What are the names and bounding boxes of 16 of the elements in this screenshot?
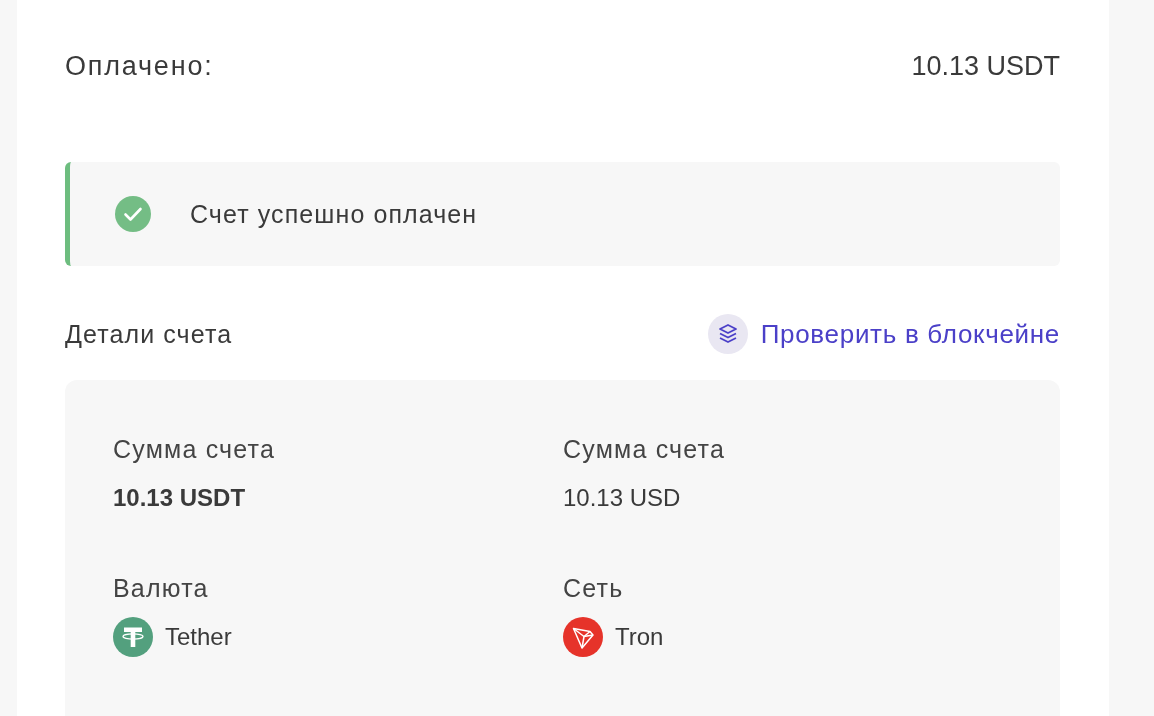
field-value: 10.13 USD [563,484,681,512]
field-value: Tether [165,623,232,651]
t-letter-coin-icon [113,617,153,657]
field-label: Сумма счета [113,434,276,464]
details-title: Детали счета [65,319,233,349]
layers-icon[interactable] [707,314,748,354]
paid-amount: 10.13 USDT [911,50,1060,83]
paid-label: Оплачено: [65,50,214,83]
blockchain-link[interactable]: Проверить в блокчейне [707,314,1060,354]
triangle-coin-icon [563,617,603,657]
field-label: Сумма счета [563,434,726,464]
field-value: Tron [615,623,664,651]
field-label: Сеть [563,573,624,603]
field-label: Валюта [113,573,209,603]
alert-message: Счет успешно оплачен [190,199,478,229]
field-value: 10.13 USDT [113,484,246,512]
